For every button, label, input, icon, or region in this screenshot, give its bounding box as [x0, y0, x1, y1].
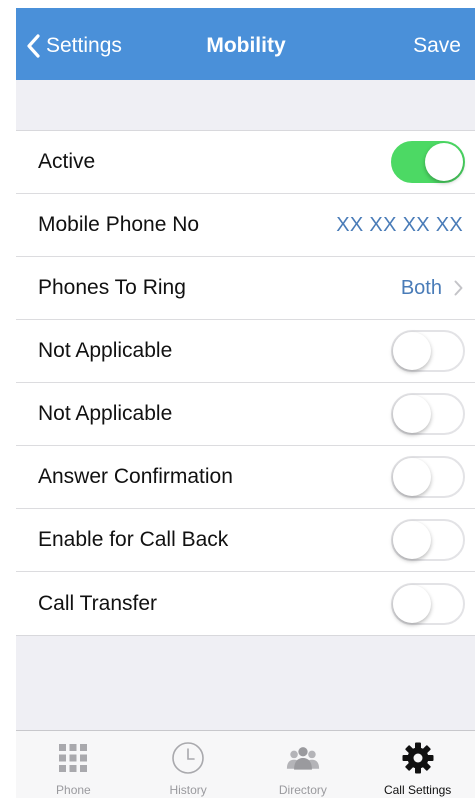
settings-row-active: Active [16, 131, 475, 194]
tab-label: Phone [56, 783, 91, 797]
tab-directory[interactable]: Directory [246, 731, 361, 798]
row-label: Phones To Ring [38, 276, 186, 299]
not-applicable-toggle-1[interactable] [391, 330, 465, 372]
mobile-phone-value[interactable]: XX XX XX XX [336, 214, 463, 237]
settings-row-not-applicable-2: Not Applicable [16, 383, 475, 446]
phones-to-ring-selector[interactable]: Both [401, 277, 463, 300]
settings-row-not-applicable-1: Not Applicable [16, 320, 475, 383]
call-transfer-toggle[interactable] [391, 582, 465, 625]
page-title: Mobility [206, 34, 286, 57]
row-label: Active [38, 150, 96, 173]
settings-row-call-transfer: Call Transfer [16, 572, 475, 635]
settings-row-phones-to-ring[interactable]: Phones To Ring Both [16, 257, 475, 320]
back-button-label: Settings [46, 34, 122, 57]
toggle-knob [393, 332, 431, 370]
row-label: Enable for Call Back [38, 528, 229, 551]
chevron-right-icon [454, 280, 463, 296]
row-label: Not Applicable [38, 402, 173, 425]
tab-label: Directory [278, 783, 327, 797]
clock-icon [171, 741, 205, 775]
phones-to-ring-value: Both [400, 276, 442, 299]
not-applicable-toggle-2[interactable] [391, 393, 465, 435]
toggle-knob [393, 458, 431, 496]
row-label: Mobile Phone No [38, 213, 200, 236]
gear-icon [401, 741, 435, 775]
answer-confirmation-toggle[interactable] [391, 456, 465, 498]
tab-call-settings[interactable]: Call Settings [360, 731, 475, 798]
active-toggle[interactable] [391, 141, 465, 183]
tab-history[interactable]: History [131, 731, 246, 798]
enable-call-back-toggle[interactable] [391, 519, 465, 561]
chevron-left-icon [27, 34, 40, 58]
tab-bar: Phone History Directory Call Settings [16, 730, 475, 798]
tab-label: Call Settings [383, 783, 452, 797]
save-button[interactable]: Save [413, 34, 461, 58]
section-spacer [16, 80, 475, 130]
toggle-knob [393, 395, 431, 433]
row-label: Call Transfer [38, 591, 158, 615]
settings-list: Active Mobile Phone No XX XX XX XX Phone… [16, 130, 475, 636]
app-frame: Settings Mobility Save Active Mobile Pho… [16, 8, 475, 798]
tab-label: History [169, 783, 207, 797]
settings-row-mobile-phone[interactable]: Mobile Phone No XX XX XX XX [16, 194, 475, 257]
people-icon [286, 741, 320, 775]
toggle-knob [393, 584, 431, 623]
navigation-bar: Settings Mobility Save [16, 8, 475, 80]
toggle-knob [425, 143, 463, 181]
row-label: Answer Confirmation [38, 465, 233, 488]
settings-row-enable-call-back: Enable for Call Back [16, 509, 475, 572]
toggle-knob [393, 521, 431, 559]
settings-row-answer-confirmation: Answer Confirmation [16, 446, 475, 509]
back-button[interactable]: Settings [26, 30, 122, 62]
row-label: Not Applicable [38, 339, 173, 362]
keypad-icon [56, 741, 90, 775]
tab-phone[interactable]: Phone [16, 731, 131, 798]
